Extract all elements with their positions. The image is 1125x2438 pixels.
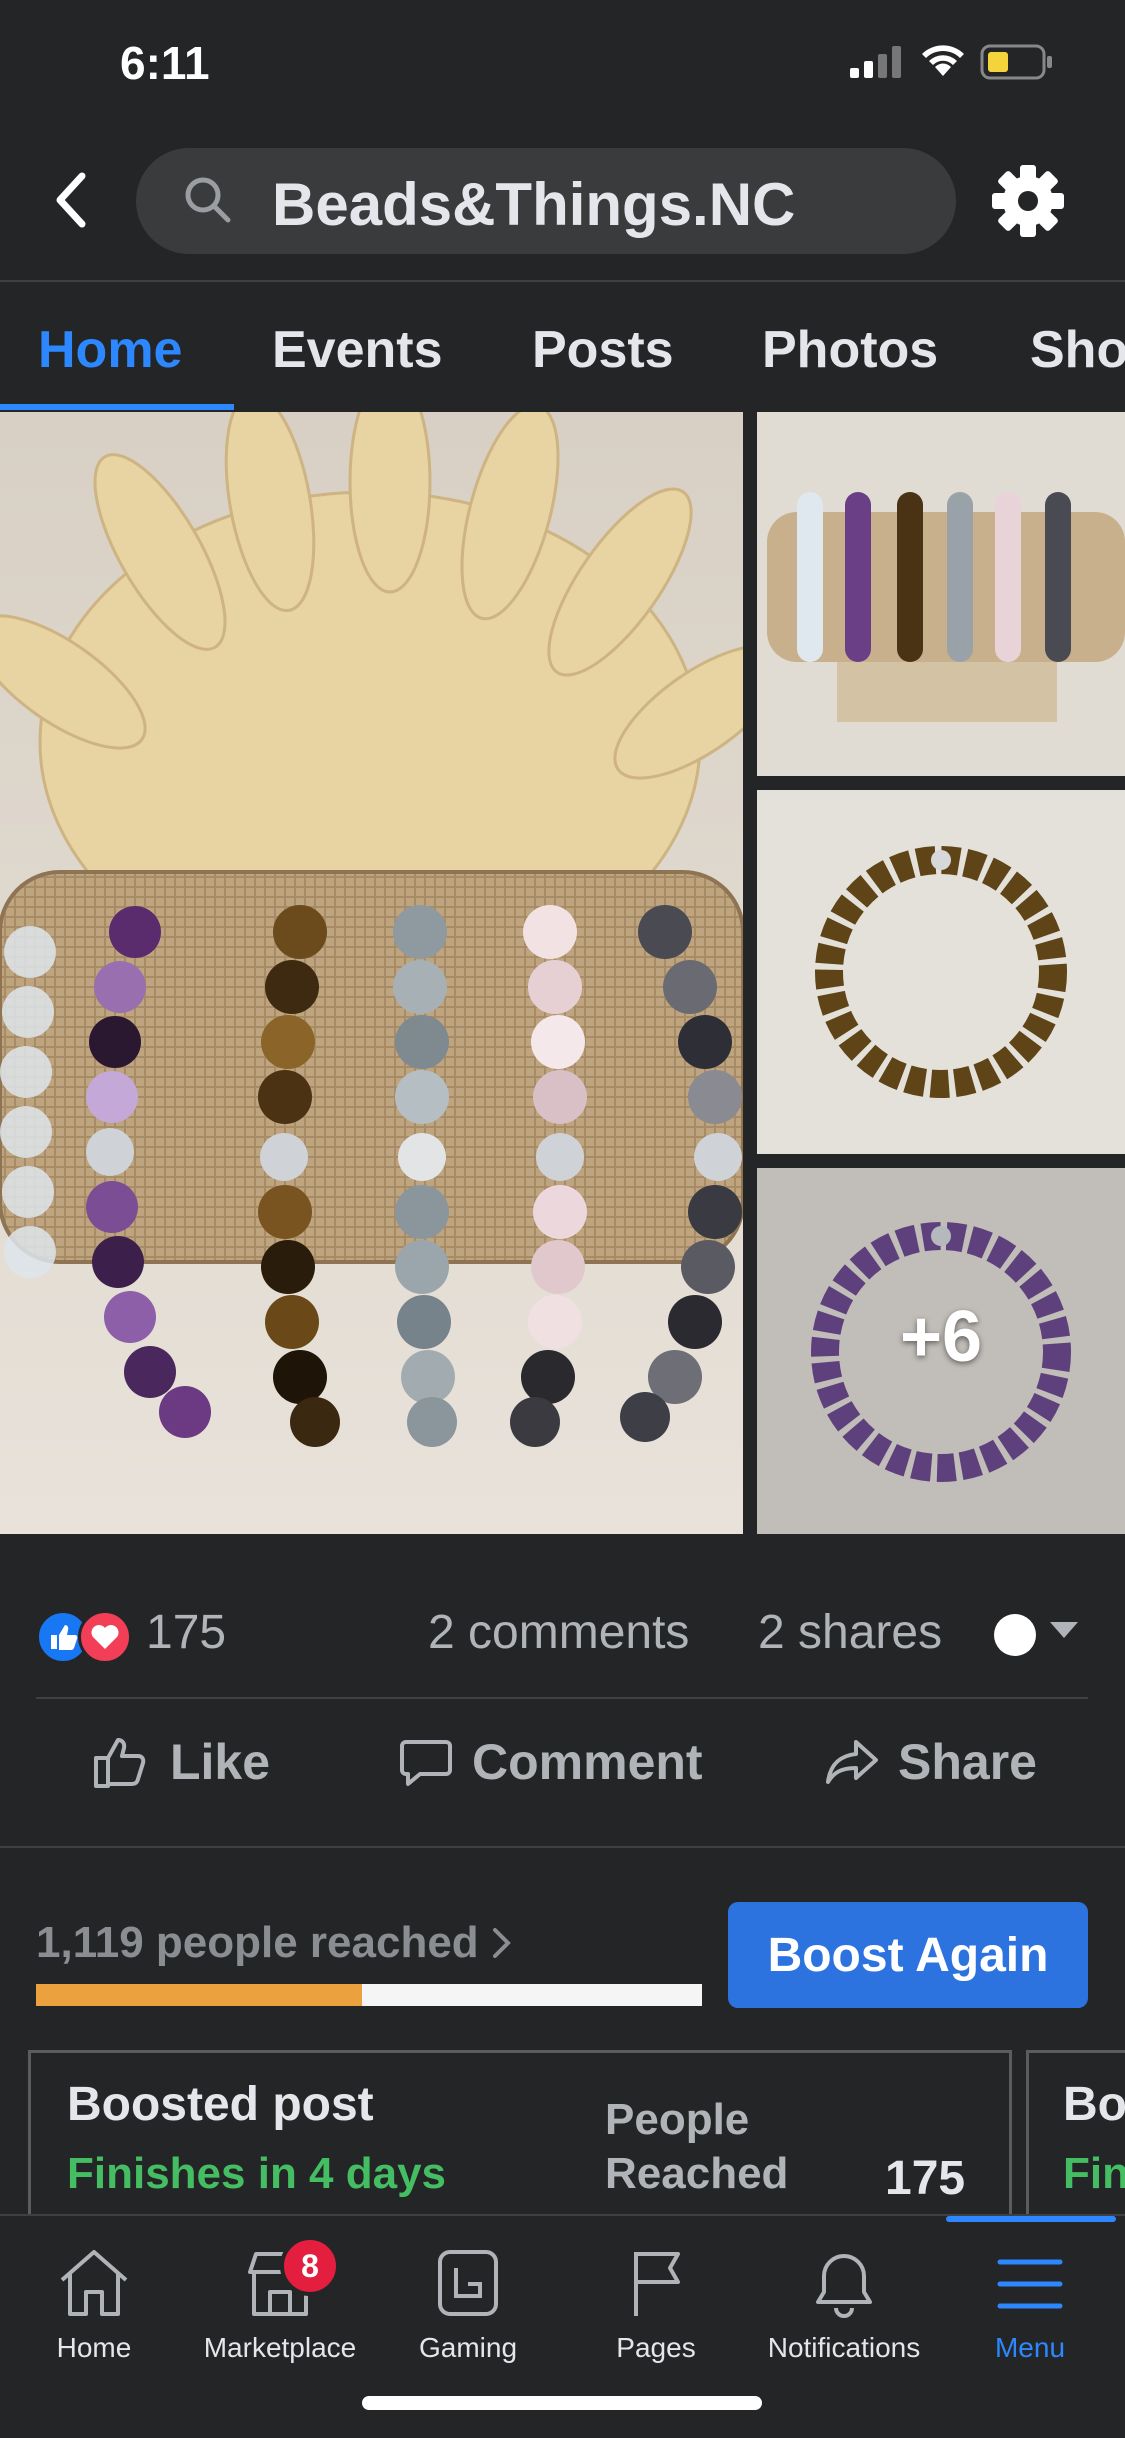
status-time: 6:11	[120, 37, 210, 89]
tab-home[interactable]: Home	[38, 320, 182, 380]
card-metric-label: People Reached	[605, 2093, 788, 2201]
chevron-down-icon[interactable]	[1050, 1622, 1078, 1638]
reach-progress-bar	[36, 1984, 702, 2006]
chevron-right-icon	[492, 1928, 511, 1958]
reach-progress-fill	[36, 1984, 363, 2006]
tab-shop[interactable]: Sho	[1030, 320, 1125, 380]
tab-events[interactable]: Events	[272, 320, 443, 380]
post-photo-thumbnail[interactable]	[757, 790, 1125, 1154]
more-photos-count[interactable]: +6	[757, 1296, 1125, 1378]
home-icon	[60, 2250, 128, 2316]
nav-label: Pages	[616, 2332, 696, 2363]
boost-again-button[interactable]: Boost Again	[728, 1902, 1088, 2008]
reaction-count[interactable]: 175	[146, 1605, 226, 1660]
bell-icon	[816, 2254, 872, 2318]
comments-count[interactable]: 2 comments	[428, 1605, 689, 1660]
active-tab-indicator	[0, 404, 234, 410]
card-title: Bo	[1063, 2078, 1125, 2131]
search-icon	[185, 177, 231, 223]
divider	[36, 1697, 1088, 1699]
people-reached-label: 1,119 people reached	[36, 1918, 479, 1967]
nav-label: Marketplace	[203, 2332, 357, 2363]
love-reaction-icon	[78, 1610, 132, 1664]
card-metric-value: 175	[885, 2152, 966, 2205]
nav-pages[interactable]: Pages	[562, 2246, 750, 2364]
comment-button[interactable]: Comment	[398, 1730, 703, 1794]
card-metric-label-line: Reached	[605, 2149, 789, 2198]
back-arrow-icon[interactable]	[48, 170, 98, 230]
section-divider	[0, 1846, 1125, 1848]
like-button-label: Like	[170, 1734, 271, 1790]
flag-icon	[634, 2252, 680, 2316]
like-button[interactable]: Like	[92, 1730, 270, 1794]
nav-home[interactable]: Home	[0, 2246, 188, 2364]
nav-label: Menu	[994, 2332, 1066, 2363]
wifi-icon	[922, 45, 964, 76]
thumbs-up-icon	[94, 1738, 146, 1788]
search-query[interactable]: Beads&Things.NC	[272, 170, 795, 239]
nav-notifications[interactable]: Notifications	[750, 2246, 938, 2364]
card-metric-label-line: People	[605, 2095, 750, 2144]
nav-label: Notifications	[767, 2332, 921, 2363]
people-reached-link[interactable]: 1,119 people reached	[36, 1918, 513, 1968]
shares-count[interactable]: 2 shares	[758, 1605, 942, 1660]
menu-icon	[997, 2259, 1063, 2309]
card-status: Fin	[1063, 2149, 1125, 2198]
boosted-post-card[interactable]: Bo Fin	[1026, 2050, 1125, 2240]
tab-photos[interactable]: Photos	[762, 320, 938, 380]
boosted-post-card[interactable]: Boosted post Finishes in 4 days People R…	[28, 2050, 1012, 2240]
header-divider	[0, 280, 1125, 282]
nav-gaming[interactable]: Gaming	[374, 2246, 562, 2364]
share-arrow-icon	[826, 1740, 878, 1784]
nav-menu[interactable]: Menu	[936, 2246, 1124, 2364]
gear-icon[interactable]	[990, 163, 1066, 239]
post-photo-thumbnail[interactable]	[757, 412, 1125, 776]
nav-label: Gaming	[418, 2332, 518, 2363]
comment-button-label: Comment	[472, 1734, 703, 1790]
tab-posts[interactable]: Posts	[532, 320, 674, 380]
cell-signal-icon	[850, 46, 901, 78]
card-status: Finishes in 4 days	[67, 2149, 447, 2198]
comment-icon	[400, 1740, 452, 1786]
status-bar: 6:11	[0, 0, 1125, 130]
card-title: Boosted post	[67, 2078, 374, 2131]
nav-label: Home	[56, 2332, 132, 2363]
notification-badge: 8	[280, 2236, 340, 2296]
share-button[interactable]: Share	[824, 1730, 1037, 1794]
gaming-icon	[438, 2250, 498, 2316]
share-button-label: Share	[898, 1734, 1037, 1790]
card-selection-indicator	[946, 2216, 1116, 2222]
battery-icon	[980, 44, 1052, 80]
post-photo-main[interactable]	[0, 412, 743, 1534]
home-indicator[interactable]	[362, 2396, 762, 2410]
page-avatar[interactable]	[994, 1614, 1036, 1656]
